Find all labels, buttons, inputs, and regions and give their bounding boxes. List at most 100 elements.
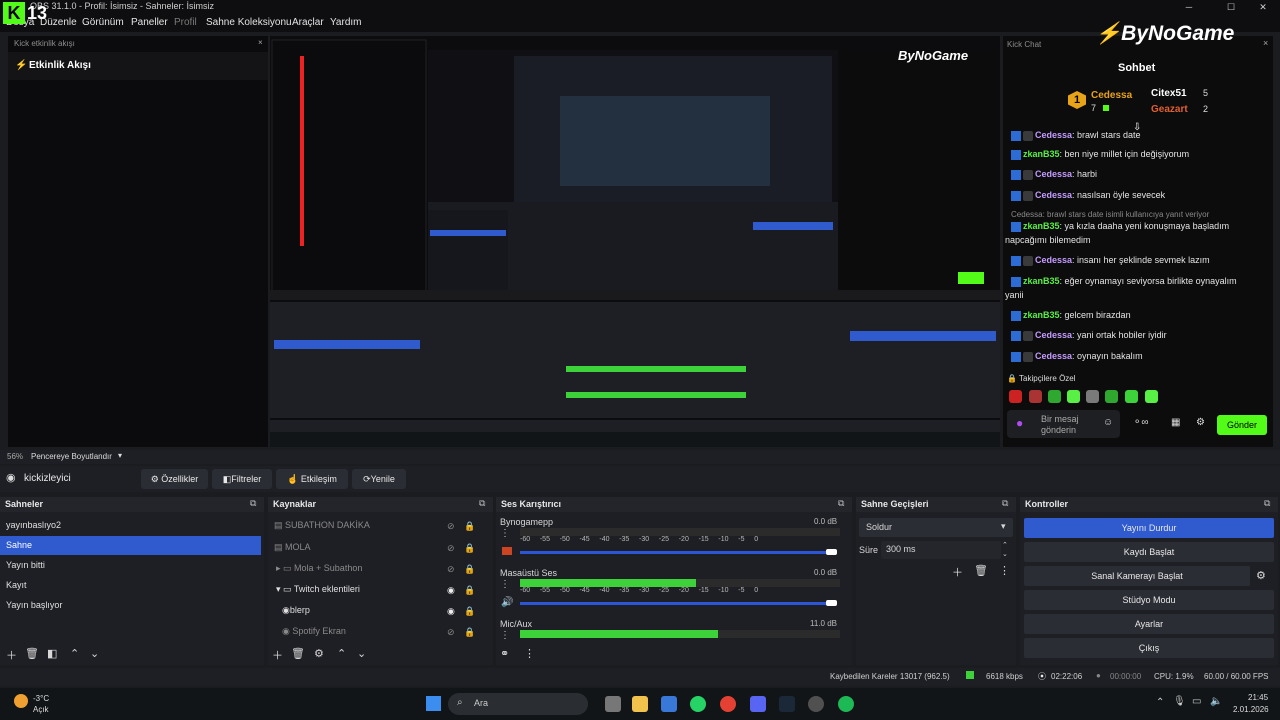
whatsapp-icon[interactable] xyxy=(690,696,706,712)
menu-scene-collection[interactable]: Sahne Koleksiyonu xyxy=(206,17,292,28)
undock-icon[interactable]: ⧉ xyxy=(250,498,256,509)
steam-icon[interactable] xyxy=(779,696,795,712)
undock-icon[interactable]: ⧉ xyxy=(838,498,844,509)
scene-item[interactable]: Kayıt xyxy=(0,576,264,595)
trash-icon[interactable]: 🗑 xyxy=(974,564,988,577)
menu-help[interactable]: Yardım xyxy=(330,17,362,28)
duration-stepper[interactable]: ⌃ ⌄ xyxy=(1002,541,1008,559)
volume-icon[interactable]: 🔈 xyxy=(1210,696,1222,707)
windows-start-icon[interactable] xyxy=(426,696,441,711)
chevron-down-icon[interactable]: ▾ xyxy=(118,451,122,460)
weather-icon[interactable] xyxy=(14,694,28,708)
kebab-menu-icon[interactable]: ⋮ xyxy=(524,647,535,660)
chrome-icon[interactable] xyxy=(720,696,736,712)
settings-button[interactable]: Ayarlar xyxy=(1024,614,1274,634)
minimize-icon[interactable]: ─ xyxy=(1176,0,1202,14)
chevron-up-icon[interactable]: ⌃ xyxy=(1156,697,1164,708)
kebab-menu-icon[interactable]: ⋮ xyxy=(500,528,510,539)
gear-icon[interactable]: ⚙ xyxy=(314,647,324,660)
start-virtual-camera-button[interactable]: Sanal Kamerayı Başlat xyxy=(1024,566,1250,586)
source-item[interactable]: ◉ Spotify Ekran xyxy=(268,622,493,641)
properties-button[interactable]: ⚙ Özellikler xyxy=(141,469,208,489)
menu-view[interactable]: Görünüm xyxy=(82,17,124,28)
eye-off-icon[interactable]: ⊘ xyxy=(447,543,455,554)
down-icon[interactable]: ⌄ xyxy=(90,647,99,660)
start-recording-button[interactable]: Kaydı Başlat xyxy=(1024,542,1274,562)
microphone-icon[interactable]: 🎙 xyxy=(1173,696,1186,707)
lock-icon[interactable]: 🔒 xyxy=(464,606,475,617)
scene-item-selected[interactable]: Sahne xyxy=(0,536,261,555)
source-item[interactable]: ◉blerp xyxy=(268,601,493,620)
search-box[interactable]: ⌕ Ara xyxy=(448,693,588,715)
dock-close-icon[interactable]: × xyxy=(1263,38,1268,48)
discord-icon[interactable] xyxy=(750,696,766,712)
spotify-icon[interactable] xyxy=(838,696,854,712)
kebab-menu-icon[interactable]: ⋮ xyxy=(500,630,510,641)
source-item[interactable]: ▤ MOLA xyxy=(268,538,493,557)
kebab-menu-icon[interactable]: ⋮ xyxy=(500,579,510,590)
eye-off-icon[interactable]: ⊘ xyxy=(447,627,455,638)
gift-sub-icon[interactable]: ⚬∞ xyxy=(1133,417,1149,428)
scene-item[interactable]: Yayın başlıyor xyxy=(0,596,264,615)
studio-mode-button[interactable]: Stüdyo Modu xyxy=(1024,590,1274,610)
interact-button[interactable]: ☝ Etkileşim xyxy=(276,469,348,489)
menu-docks[interactable]: Paneller xyxy=(131,17,168,28)
preview-canvas[interactable]: ByNoGame xyxy=(270,36,1000,447)
outlook-icon[interactable] xyxy=(661,696,677,712)
menu-tools[interactable]: Araçlar xyxy=(292,17,324,28)
stop-streaming-button[interactable]: Yayını Durdur xyxy=(1024,518,1274,538)
send-button[interactable]: Gönder xyxy=(1217,415,1267,435)
up-icon[interactable]: ⌃ xyxy=(337,647,346,660)
eye-icon[interactable]: ◉ xyxy=(447,585,455,596)
menu-profile[interactable]: Profil xyxy=(174,17,197,28)
link-icon[interactable]: ⚭ xyxy=(500,647,509,660)
emote-row[interactable] xyxy=(1009,390,1169,404)
undock-icon[interactable]: ⧉ xyxy=(1264,498,1270,509)
filter-icon[interactable]: ◧ xyxy=(47,647,57,660)
duration-input[interactable]: 300 ms xyxy=(881,541,1001,559)
eye-icon[interactable]: ◉ xyxy=(447,606,455,617)
down-icon[interactable]: ⌄ xyxy=(357,647,366,660)
muted-speaker-icon[interactable] xyxy=(502,547,512,555)
trash-icon[interactable]: 🗑 xyxy=(291,647,305,660)
undock-icon[interactable]: ⧉ xyxy=(479,498,485,509)
undock-icon[interactable]: ⧉ xyxy=(1002,498,1008,509)
volume-slider[interactable] xyxy=(520,551,832,554)
transition-select[interactable]: Soldur ▾ xyxy=(859,518,1013,537)
fit-dropdown[interactable]: Pencereye Boyutlandır xyxy=(31,452,112,461)
scene-item[interactable]: Yayın bitti xyxy=(0,556,264,575)
filters-button[interactable]: ◧Filtreler xyxy=(212,469,272,489)
source-group[interactable]: ▸ ▭ Mola + Subathon xyxy=(268,559,493,578)
source-group[interactable]: ▾ ▭ Twitch eklentileri xyxy=(268,580,493,599)
eye-off-icon[interactable]: ⊘ xyxy=(447,564,455,575)
lock-icon[interactable]: 🔒 xyxy=(464,521,475,532)
volume-slider[interactable] xyxy=(520,602,832,605)
up-icon[interactable]: ⌃ xyxy=(70,647,79,660)
add-icon[interactable]: ＋ xyxy=(272,647,283,663)
settings-icon[interactable]: ⚙ xyxy=(1196,417,1205,428)
trash-icon[interactable]: 🗑 xyxy=(25,647,39,660)
lock-icon[interactable]: 🔒 xyxy=(464,627,475,638)
task-view-icon[interactable] xyxy=(605,696,621,712)
dock-close-icon[interactable]: × xyxy=(258,38,263,47)
volume-knob[interactable] xyxy=(826,600,837,606)
lock-icon[interactable]: 🔒 xyxy=(464,585,475,596)
lock-icon[interactable]: 🔒 xyxy=(464,564,475,575)
volume-knob[interactable] xyxy=(826,549,837,555)
close-icon[interactable]: ✕ xyxy=(1250,0,1276,14)
lock-icon[interactable]: 🔒 xyxy=(464,543,475,554)
eye-off-icon[interactable]: ⊘ xyxy=(447,521,455,532)
add-icon[interactable]: ＋ xyxy=(6,647,17,663)
emoji-icon[interactable]: ☺ xyxy=(1103,417,1113,428)
add-icon[interactable]: ＋ xyxy=(952,564,963,580)
kebab-menu-icon[interactable]: ⋮ xyxy=(999,564,1010,577)
file-explorer-icon[interactable] xyxy=(632,696,648,712)
speaker-icon[interactable]: 🔊 xyxy=(501,597,513,608)
mic-icon[interactable]: ● xyxy=(1016,416,1023,430)
obs-icon[interactable] xyxy=(808,696,824,712)
network-icon[interactable]: ▭ xyxy=(1192,696,1201,707)
maximize-icon[interactable]: ☐ xyxy=(1218,0,1244,14)
source-item[interactable]: ▤ SUBATHON DAKİKA xyxy=(268,516,493,535)
refresh-button[interactable]: ⟳Yenile xyxy=(352,469,406,489)
store-icon[interactable]: ▦ xyxy=(1171,417,1180,428)
